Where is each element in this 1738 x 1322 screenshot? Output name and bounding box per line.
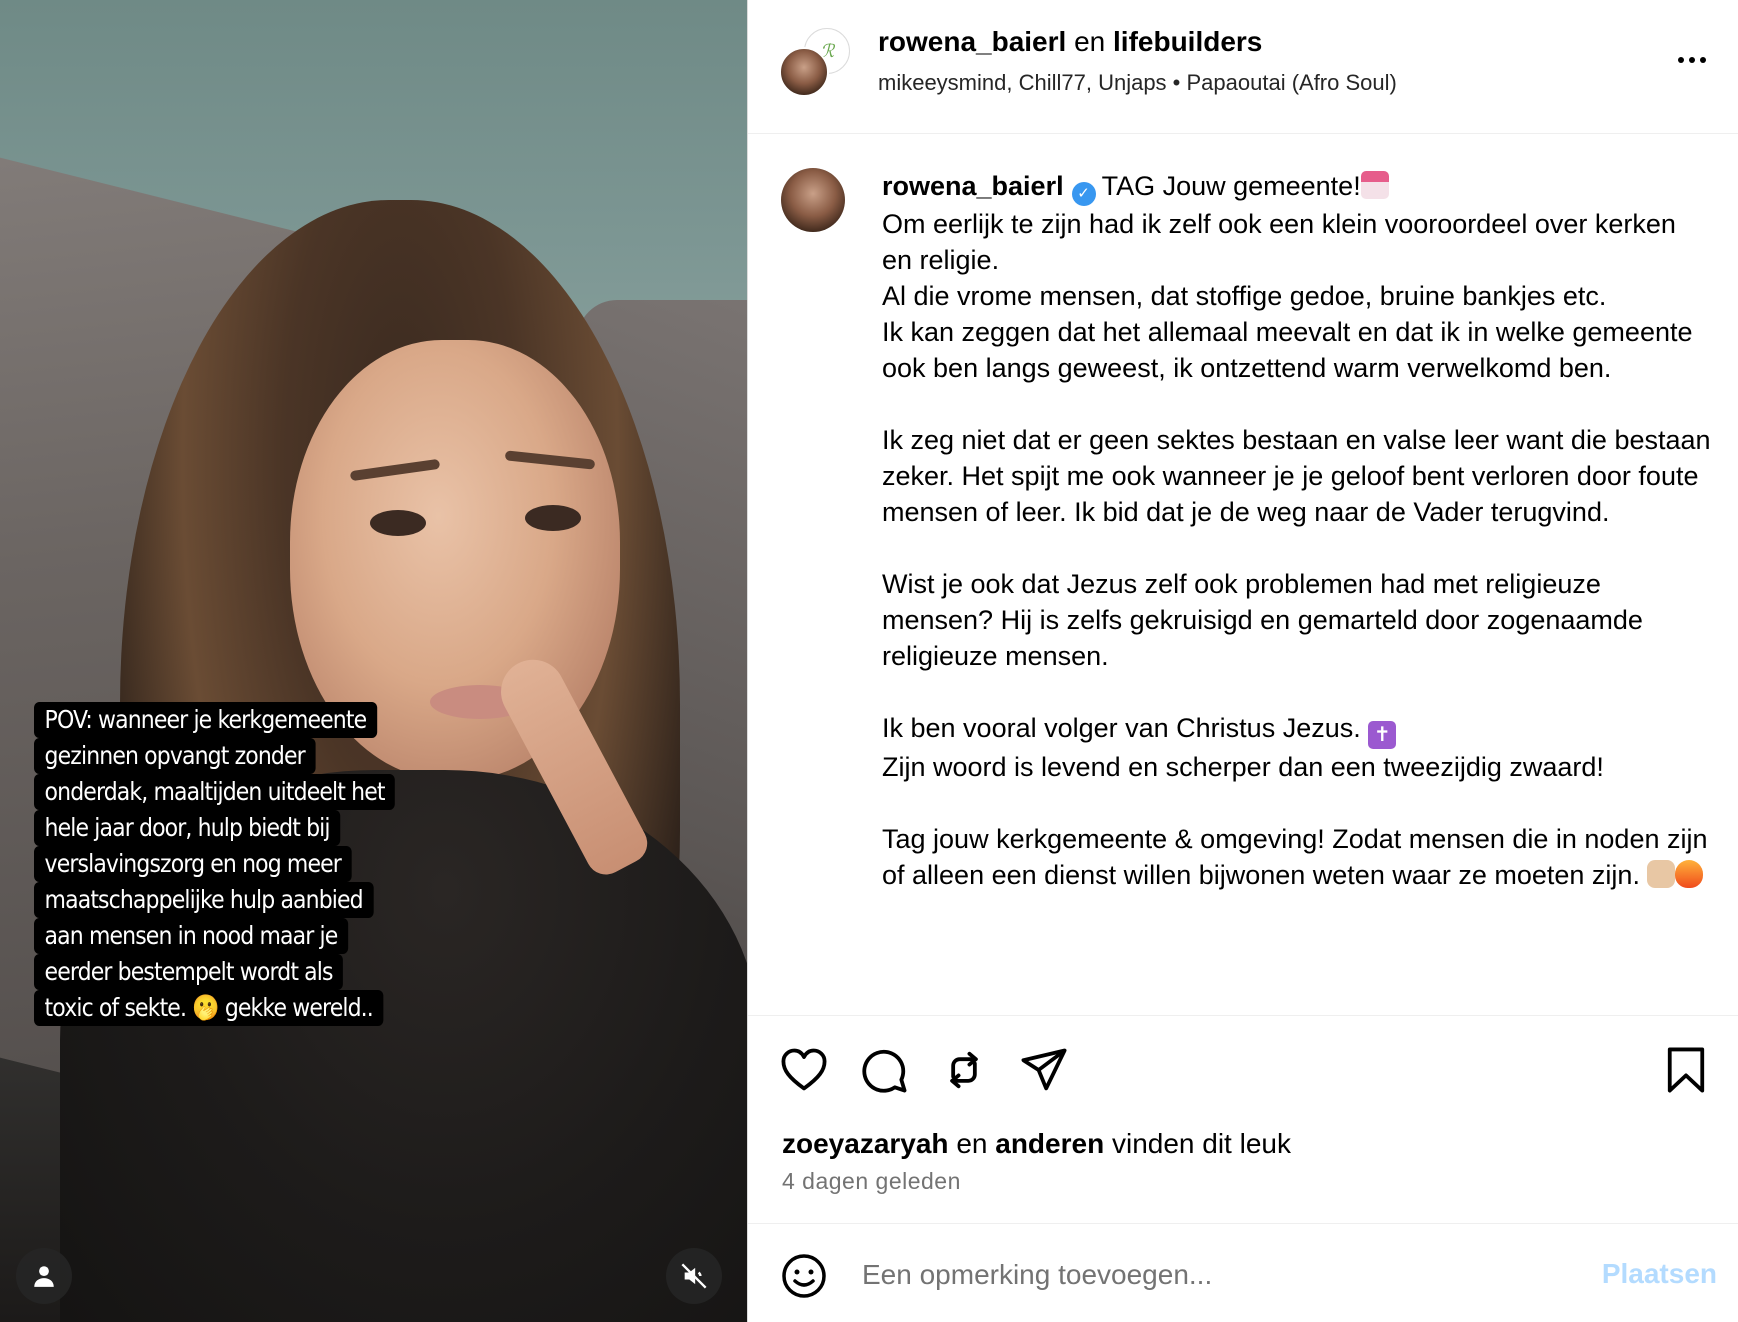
video-eye-left (370, 510, 426, 536)
more-options-button[interactable] (1667, 40, 1717, 80)
caption-paragraph-1: Om eerlijk te zijn had ik zelf ook een k… (882, 209, 1693, 383)
audio-link[interactable]: Papaoutai (Afro Soul) (1187, 70, 1397, 95)
caption-paragraph-4a: Ik ben vooral volger van Christus Jezus. (882, 713, 1369, 743)
comment-box: Plaatsen (748, 1224, 1738, 1322)
comment-input[interactable] (862, 1250, 1542, 1300)
caption-paragraph-5: Tag jouw kerkgemeente & omgeving! Zodat … (882, 824, 1716, 890)
paper-plane-icon (1021, 1048, 1067, 1091)
more-dot (1700, 57, 1706, 63)
heart-icon (781, 1048, 827, 1091)
video-text-overlay: POV: wanneer je kerkgemeente gezinnen op… (34, 702, 406, 1026)
post-actions: zoeyazaryah en anderen vinden dit leuk 4… (748, 1016, 1738, 1224)
video-eye-right (525, 505, 581, 531)
overlay-line: verslavingszorg en nog meer (34, 846, 352, 882)
tagged-users-link[interactable]: mikeeysmind, Chill77, Unjaps (878, 70, 1167, 95)
comment-button[interactable] (858, 1044, 910, 1096)
subtitle-separator: • (1166, 70, 1187, 95)
caption-section: rowena_baierl ✓ TAG Jouw gemeente! Om eerl… (748, 134, 1738, 1016)
caption-paragraph-2: Ik zeg niet dat er geen sektes bestaan e… (882, 425, 1719, 527)
post-comment-button[interactable]: Plaatsen (1602, 1258, 1717, 1290)
likes-others-link[interactable]: anderen (995, 1128, 1104, 1159)
fire-emoji-icon (1675, 860, 1704, 888)
author-avatar[interactable] (779, 47, 829, 97)
more-dot (1689, 57, 1695, 63)
post-header: ℛ rowena_baierl en lifebuilders mikeeysm… (748, 0, 1738, 134)
comment-bubble-icon (862, 1049, 907, 1093)
likes-suffix: vinden dit leuk (1104, 1128, 1291, 1159)
smiley-icon (782, 1254, 826, 1298)
authors-connector: en (1066, 26, 1114, 57)
tagged-users-button[interactable] (16, 1248, 72, 1304)
overlay-line: onderdak, maaltijden uitdeelt het (34, 774, 396, 810)
reel-video[interactable]: POV: wanneer je kerkgemeente gezinnen op… (0, 0, 747, 1322)
caption-title: TAG Jouw gemeente! (1101, 171, 1361, 201)
caption-text: rowena_baierl ✓ TAG Jouw gemeente! Om eerl… (882, 168, 1712, 893)
bookmark-icon (1667, 1047, 1705, 1093)
overlay-line: maatschappelijke hulp aanbied (34, 882, 374, 918)
user-icon (34, 1266, 54, 1287)
raised-hands-emoji-icon (1647, 860, 1676, 888)
overlay-line: eerder bestempelt wordt als (34, 954, 344, 990)
post-authors: rowena_baierl en lifebuilders (878, 26, 1262, 58)
church-emoji-icon (1360, 171, 1389, 199)
speaker-muted-icon (681, 1263, 707, 1289)
cross-emoji-icon: ✝ (1368, 721, 1397, 749)
likes-connector: en (948, 1128, 996, 1159)
mute-button[interactable] (666, 1248, 722, 1304)
caption-paragraph-3: Wist je ook dat Jezus zelf ook problemen… (882, 569, 1651, 671)
collaborator-username[interactable]: lifebuilders (1113, 26, 1262, 57)
post-subtitle: mikeeysmind, Chill77, Unjaps • Papaoutai… (878, 70, 1397, 96)
post-timestamp[interactable]: 4 dagen geleden (782, 1168, 961, 1195)
overlay-line: gezinnen opvangt zonder (34, 738, 316, 774)
verified-badge-icon: ✓ (1071, 182, 1096, 206)
likes-summary: zoeyazaryah en anderen vinden dit leuk (782, 1128, 1291, 1160)
caption-author-avatar[interactable] (781, 168, 845, 232)
like-button[interactable] (778, 1044, 830, 1096)
overlay-line: hele jaar door, hulp biedt bij (34, 810, 341, 846)
share-button[interactable] (1018, 1044, 1070, 1096)
save-button[interactable] (1660, 1044, 1712, 1096)
overlay-line: toxic of sekte. 🫢 gekke wereld.. (34, 990, 384, 1026)
liked-by-username[interactable]: zoeyazaryah (782, 1128, 949, 1159)
repost-icon (950, 1051, 978, 1089)
emoji-picker-button[interactable] (780, 1252, 828, 1300)
caption-username[interactable]: rowena_baierl (882, 171, 1064, 201)
post-panel: ℛ rowena_baierl en lifebuilders mikeeysm… (747, 0, 1738, 1322)
repost-button[interactable] (938, 1044, 990, 1096)
caption-paragraph-4b: Zijn woord is levend en scherper dan een… (882, 752, 1604, 782)
author-username[interactable]: rowena_baierl (878, 26, 1066, 57)
more-dot (1678, 57, 1684, 63)
overlay-line: aan mensen in nood maar je (34, 918, 348, 954)
overlay-line: POV: wanneer je kerkgemeente (34, 702, 377, 738)
